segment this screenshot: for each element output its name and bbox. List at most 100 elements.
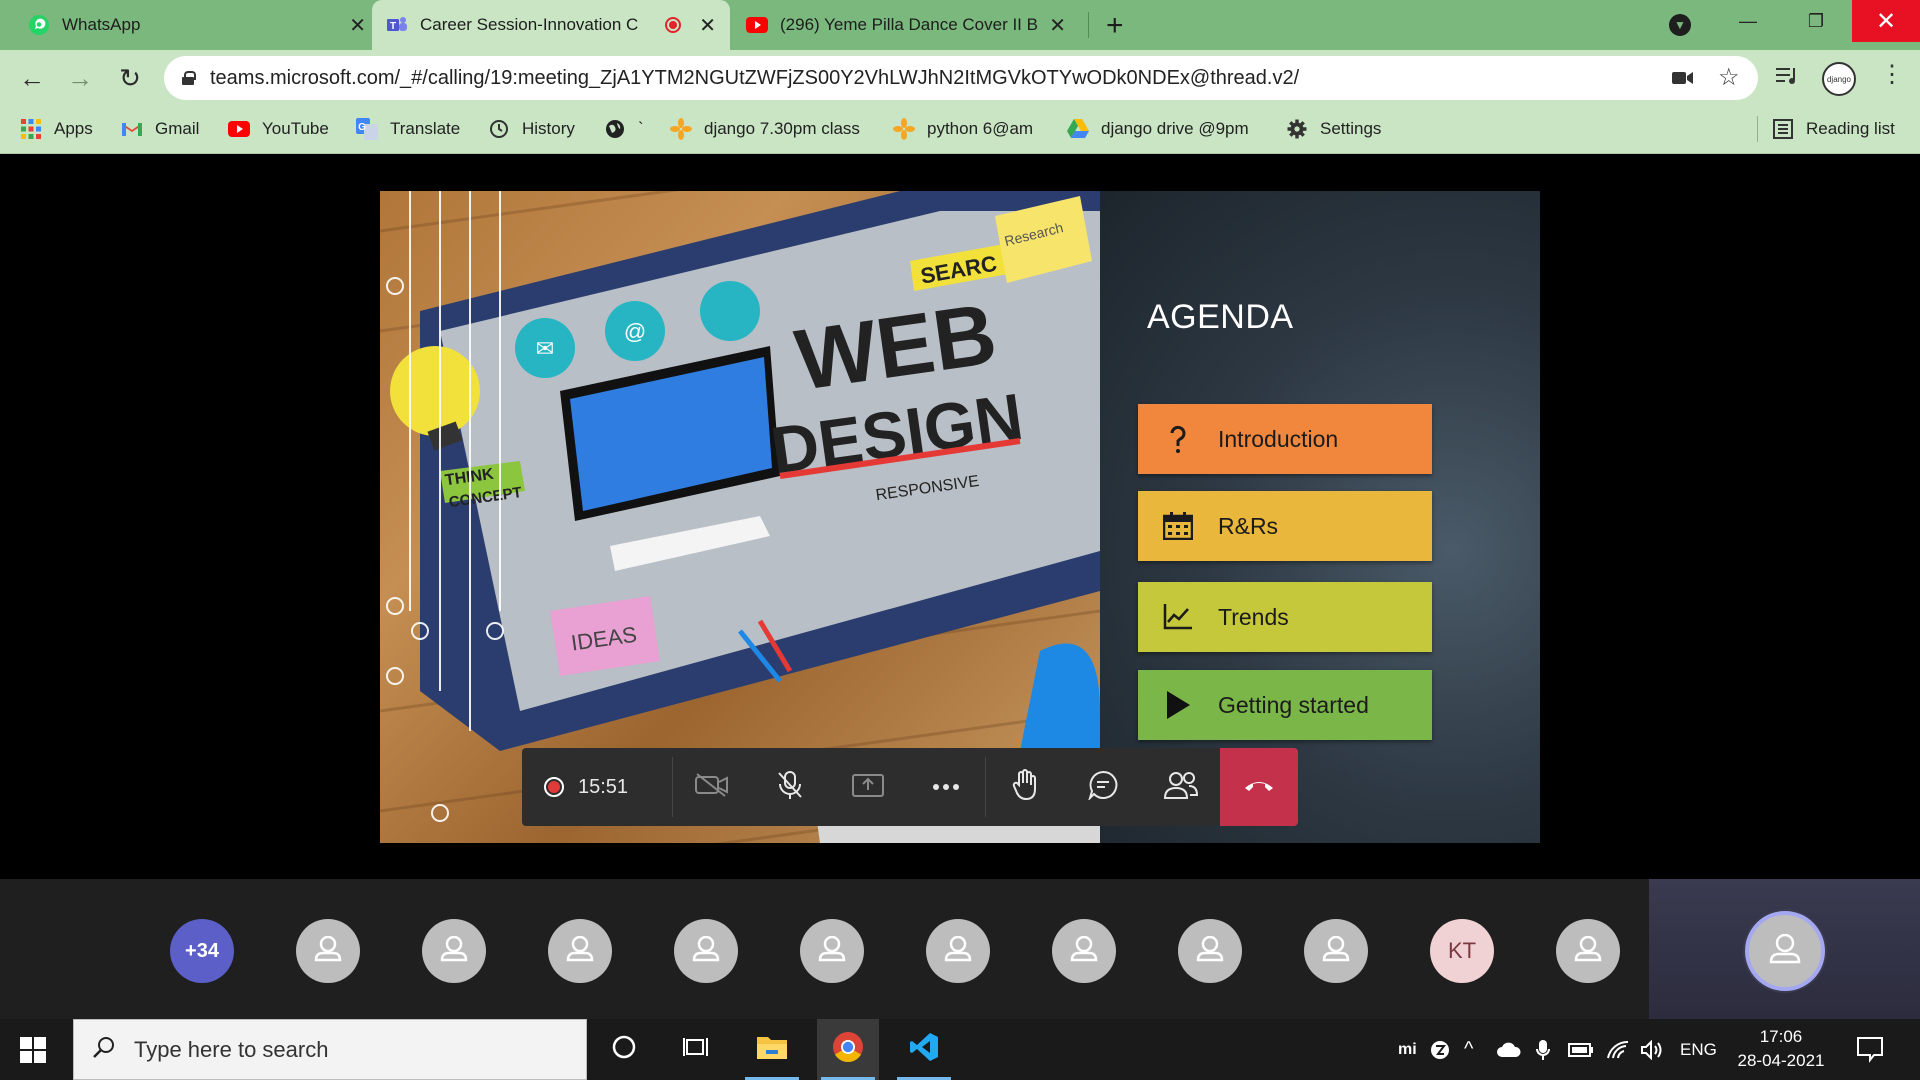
tab-whatsapp[interactable]: WhatsApp ✕ xyxy=(14,0,380,50)
input-language[interactable]: ENG xyxy=(1680,1019,1717,1080)
vscode-app[interactable] xyxy=(893,1019,955,1080)
windows-start-button[interactable] xyxy=(20,1037,46,1063)
notification-center-icon[interactable] xyxy=(1856,1035,1886,1065)
history-icon xyxy=(488,118,510,140)
agenda-item-introduction[interactable]: Introduction xyxy=(1138,404,1432,474)
bookmark-star-icon[interactable]: ☆ xyxy=(1718,63,1740,92)
lock-icon[interactable] xyxy=(182,71,196,85)
whatsapp-icon xyxy=(28,14,50,36)
participant-avatar[interactable] xyxy=(674,919,738,983)
microphone-in-use-icon[interactable] xyxy=(1536,1019,1550,1080)
browser-menu-icon[interactable]: ⋮ xyxy=(1880,60,1904,89)
reload-button[interactable]: ↻ xyxy=(112,60,148,96)
close-tab-icon[interactable]: ✕ xyxy=(699,13,716,38)
self-avatar[interactable] xyxy=(1745,911,1825,991)
bookmark-django-drive[interactable]: django drive @9pm xyxy=(1067,106,1249,152)
taskbar-clock[interactable]: 17:06 28-04-2021 xyxy=(1726,1025,1836,1073)
bookmark-globe[interactable]: ` xyxy=(604,106,644,152)
bookmarks-bar: Apps Gmail YouTube G Translate History ` xyxy=(0,106,1920,154)
participant-avatar[interactable] xyxy=(926,919,990,983)
participants-button[interactable] xyxy=(1142,748,1220,826)
person-icon xyxy=(943,935,973,967)
new-tab-button[interactable]: + xyxy=(1106,9,1124,43)
cortana-circle-icon xyxy=(612,1035,636,1064)
participant-avatar[interactable] xyxy=(800,919,864,983)
restore-button[interactable]: ❐ xyxy=(1782,0,1850,42)
web-design-photo: ✉ @ WEB DESIGN SEARC RESPONSIVE Research… xyxy=(380,191,1100,843)
bookmark-youtube[interactable]: YouTube xyxy=(228,106,329,152)
agenda-item-trends[interactable]: Trends xyxy=(1138,582,1432,652)
battery-icon[interactable] xyxy=(1568,1019,1594,1080)
file-explorer-app[interactable] xyxy=(741,1019,803,1080)
volume-icon[interactable] xyxy=(1640,1019,1664,1080)
chat-icon xyxy=(1087,770,1118,805)
cortana-button[interactable] xyxy=(593,1019,655,1080)
participant-avatar[interactable] xyxy=(1178,919,1242,983)
agenda-item-getting-started[interactable]: Getting started xyxy=(1138,670,1432,740)
taskbar-search-box[interactable]: Type here to search xyxy=(73,1019,587,1080)
chrome-app[interactable] xyxy=(817,1019,879,1080)
bookmark-asterisk-icon xyxy=(670,118,692,140)
participant-avatar[interactable] xyxy=(1304,919,1368,983)
search-placeholder: Type here to search xyxy=(134,1036,329,1062)
task-view-icon xyxy=(683,1035,709,1064)
svg-text:G: G xyxy=(358,122,366,133)
participant-avatar-initials[interactable]: KT xyxy=(1430,919,1494,983)
chat-button[interactable] xyxy=(1064,748,1142,826)
camera-off-icon xyxy=(695,772,729,803)
reading-list-label: Reading list xyxy=(1806,119,1895,138)
media-control-icon[interactable] xyxy=(1776,66,1798,92)
more-participants-badge[interactable]: +34 xyxy=(170,919,234,983)
reading-list-button[interactable]: Reading list xyxy=(1772,106,1895,152)
wifi-icon[interactable] xyxy=(1606,1019,1630,1080)
bookmark-settings[interactable]: Settings xyxy=(1286,106,1381,152)
chrome-icon xyxy=(832,1031,864,1068)
share-screen-button[interactable] xyxy=(829,748,907,826)
browser-tab-strip: WhatsApp ✕ T Career Session-Innovation C… xyxy=(0,0,1920,50)
bookmark-history[interactable]: History xyxy=(488,106,575,152)
bookmark-label: python 6@am xyxy=(927,119,1034,138)
hang-up-button[interactable] xyxy=(1220,748,1298,826)
close-window-button[interactable]: ✕ xyxy=(1852,0,1920,42)
hand-icon xyxy=(1012,768,1038,806)
bookmark-gmail[interactable]: Gmail xyxy=(121,106,199,152)
participant-avatar[interactable] xyxy=(1556,919,1620,983)
participant-avatar[interactable] xyxy=(422,919,486,983)
bookmark-label: History xyxy=(522,119,575,138)
participant-initials: KT xyxy=(1447,938,1477,963)
close-tab-icon[interactable]: ✕ xyxy=(349,13,366,38)
tab-youtube[interactable]: (296) Yeme Pilla Dance Cover II B ✕ xyxy=(732,0,1080,50)
camera-in-use-icon[interactable] xyxy=(1672,66,1694,92)
person-icon xyxy=(691,935,721,967)
tab-search-icon[interactable]: ▼ xyxy=(1669,14,1691,36)
camera-toggle-button[interactable] xyxy=(673,748,751,826)
tray-mi-label[interactable]: mi xyxy=(1398,1019,1417,1080)
person-icon xyxy=(313,935,343,967)
bookmark-django-class[interactable]: django 7.30pm class xyxy=(670,106,860,152)
bookmark-translate[interactable]: G Translate xyxy=(356,106,460,152)
tab-teams-meeting[interactable]: T Career Session-Innovation C ✕ xyxy=(372,0,730,50)
profile-avatar[interactable]: django xyxy=(1822,62,1856,96)
agenda-item-rrs[interactable]: R&Rs xyxy=(1138,491,1432,561)
minimize-button[interactable]: — xyxy=(1714,0,1782,42)
address-bar[interactable]: teams.microsoft.com/_#/calling/19:meetin… xyxy=(164,56,1758,100)
bookmark-label: ` xyxy=(638,119,644,138)
agenda-item-label: Getting started xyxy=(1218,691,1369,718)
bookmark-python[interactable]: python 6@am xyxy=(893,106,1033,152)
svg-text:@: @ xyxy=(624,319,646,344)
task-view-button[interactable] xyxy=(665,1019,727,1080)
mic-toggle-button[interactable] xyxy=(751,748,829,826)
raise-hand-button[interactable] xyxy=(986,748,1064,826)
close-tab-icon[interactable]: ✕ xyxy=(1049,13,1066,38)
participant-avatar[interactable] xyxy=(548,919,612,983)
tray-app-icon[interactable] xyxy=(1430,1019,1450,1080)
participant-avatar[interactable] xyxy=(296,919,360,983)
onedrive-cloud-icon[interactable] xyxy=(1496,1019,1522,1080)
show-hidden-icons-chevron-icon[interactable]: ^ xyxy=(1464,1019,1473,1080)
forward-button[interactable]: → xyxy=(62,60,98,96)
back-button[interactable]: ← xyxy=(14,60,50,96)
bookmark-apps[interactable]: Apps xyxy=(20,106,93,152)
tab-title: Career Session-Innovation C xyxy=(420,15,639,34)
participant-avatar[interactable] xyxy=(1052,919,1116,983)
more-actions-button[interactable] xyxy=(907,748,985,826)
